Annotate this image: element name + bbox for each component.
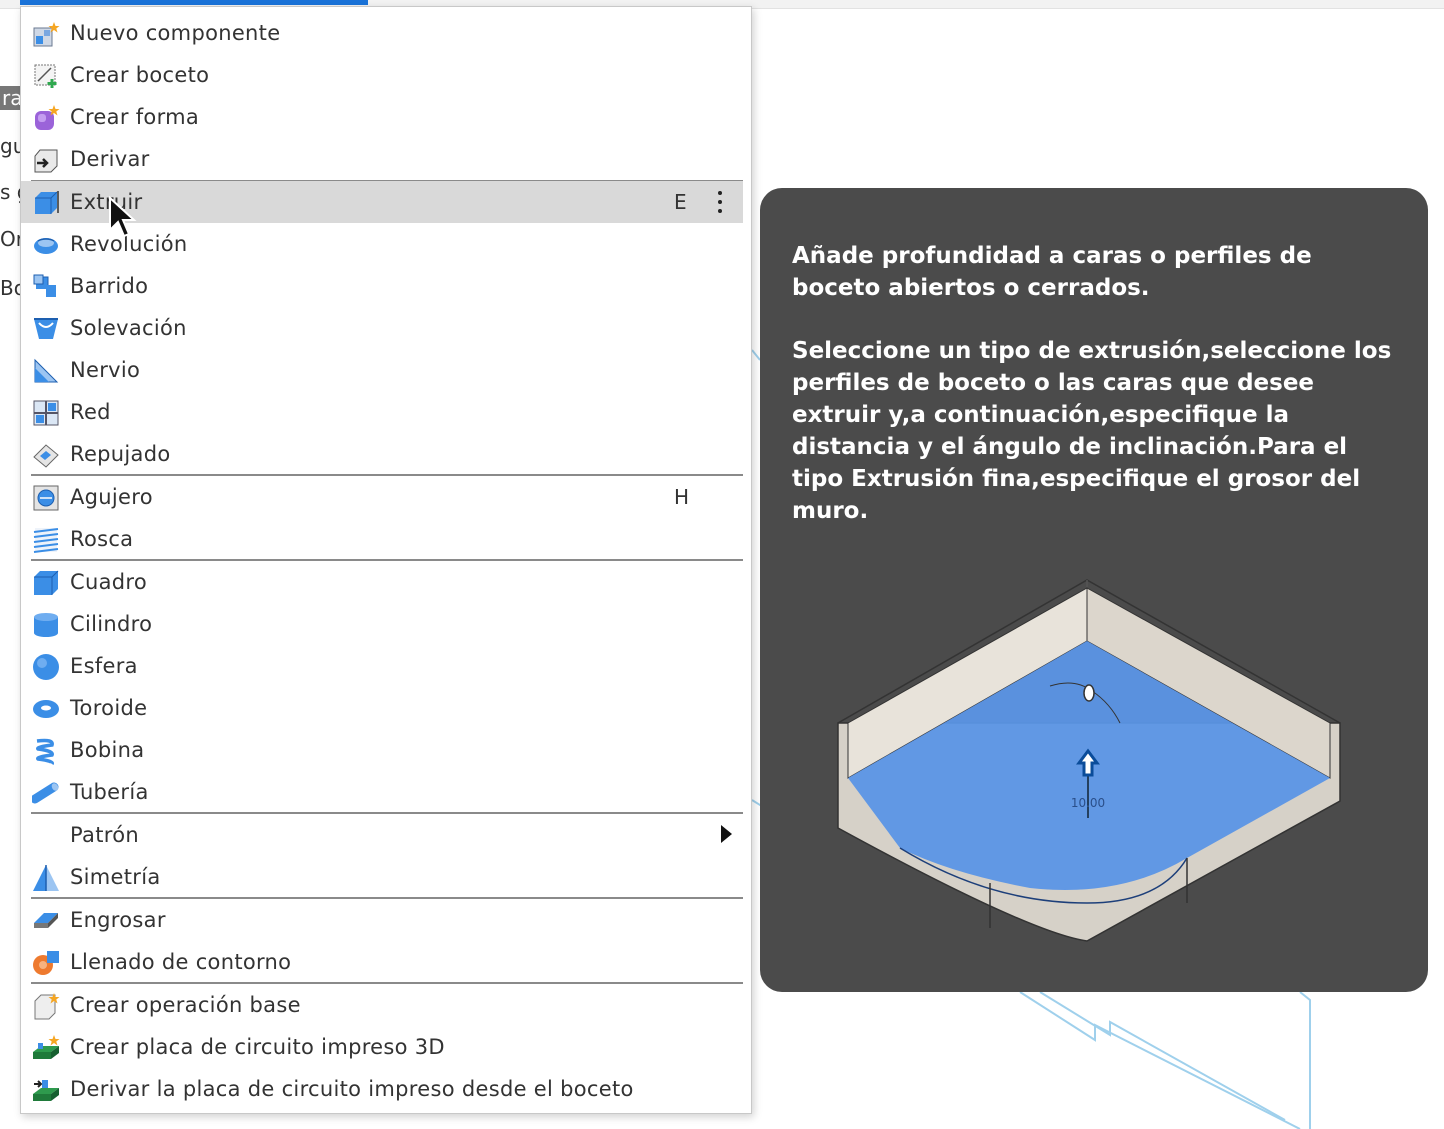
menu-item-red[interactable]: Red (21, 391, 743, 433)
more-options-icon[interactable] (711, 187, 729, 217)
shortcut-key: H (674, 485, 690, 509)
menu-item-label: Nuevo componente (70, 21, 281, 45)
menu-item-label: Rosca (70, 527, 134, 551)
menu-item-label: Cuadro (70, 570, 147, 594)
create-sketch-icon (32, 62, 60, 90)
menu-item-label: Nervio (70, 358, 141, 382)
torus-icon (32, 695, 60, 723)
derive-pcb-icon (32, 1076, 60, 1104)
menu-item-label: Barrido (70, 274, 149, 298)
menu-item-label: Crear placa de circuito impreso 3D (70, 1035, 445, 1059)
web-icon (32, 399, 60, 427)
menu-item-solevacion[interactable]: Solevación (21, 307, 743, 349)
boundary-fill-icon (32, 949, 60, 977)
hole-icon (32, 484, 60, 512)
menu-item-label: Crear boceto (70, 63, 210, 87)
menu-item-crear-placa-3d[interactable]: Crear placa de circuito impreso 3D (21, 1026, 743, 1068)
tooltip-instructions: Seleccione un tipo de extrusión,seleccio… (792, 338, 1392, 524)
menu-item-label: Cilindro (70, 612, 153, 636)
rib-icon (32, 357, 60, 385)
menu-item-crear-operacion-base[interactable]: Crear operación base (21, 984, 743, 1026)
menu-item-label: Llenado de contorno (70, 950, 292, 974)
coil-icon (32, 737, 60, 765)
tooltip-text: Añade profundidad a caras o perfiles de … (792, 240, 1402, 558)
loft-icon (32, 315, 60, 343)
base-feature-icon (32, 992, 60, 1020)
menu-item-label: Simetría (70, 865, 161, 889)
extrude-illustration: 10.00 (837, 579, 1341, 942)
derive-icon (32, 146, 60, 174)
menu-item-llenado-de-contorno[interactable]: Llenado de contorno (21, 941, 743, 983)
menu-item-label: Esfera (70, 654, 138, 678)
pcb-3d-icon (32, 1034, 60, 1062)
dimension-label: 10.00 (1071, 796, 1105, 810)
menu-item-nuevo-componente[interactable]: Nuevo componente (21, 12, 743, 54)
mirror-icon (32, 864, 60, 892)
menu-item-label: Derivar (70, 147, 150, 171)
thicken-icon (32, 907, 60, 935)
menu-item-label: Repujado (70, 442, 171, 466)
menu-item-label: Tubería (70, 780, 149, 804)
menu-item-bobina[interactable]: Bobina (21, 729, 743, 771)
sphere-icon (32, 653, 60, 681)
new-component-icon (32, 20, 60, 48)
menu-item-crear-boceto[interactable]: Crear boceto (21, 54, 743, 96)
mouse-cursor-icon (109, 196, 137, 238)
menu-item-toroide[interactable]: Toroide (21, 687, 743, 729)
menu-item-tuberia[interactable]: Tubería (21, 771, 743, 813)
cylinder-icon (32, 611, 60, 639)
box-icon (32, 569, 60, 597)
menu-item-rosca[interactable]: Rosca (21, 518, 743, 560)
menu-item-label: Engrosar (70, 908, 166, 932)
menu-item-label: Crear operación base (70, 993, 301, 1017)
menu-item-cuadro[interactable]: Cuadro (21, 561, 743, 603)
menu-item-nervio[interactable]: Nervio (21, 349, 743, 391)
menu-item-label: Patrón (70, 823, 139, 847)
menu-item-label: Red (70, 400, 111, 424)
menu-item-label: Agujero (70, 485, 153, 509)
emboss-icon (32, 441, 60, 469)
menu-item-label: Solevación (70, 316, 187, 340)
menu-item-cilindro[interactable]: Cilindro (21, 603, 743, 645)
submenu-arrow-icon (721, 825, 732, 843)
extrude-icon (32, 189, 60, 217)
menu-item-derivar-placa[interactable]: Derivar la placa de circuito impreso des… (21, 1068, 743, 1110)
menu-item-label: Derivar la placa de circuito impreso des… (70, 1077, 634, 1101)
menu-item-label: Crear forma (70, 105, 200, 129)
menu-item-crear-forma[interactable]: Crear forma (21, 96, 743, 138)
extrude-tooltip: Añade profundidad a caras o perfiles de … (760, 188, 1428, 992)
menu-item-agujero[interactable]: Agujero H (21, 476, 743, 518)
menu-item-repujado[interactable]: Repujado (21, 433, 743, 475)
menu-item-esfera[interactable]: Esfera (21, 645, 743, 687)
menu-item-label: Toroide (70, 696, 148, 720)
shortcut-key: E (674, 190, 687, 214)
menu-item-simetria[interactable]: Simetría (21, 856, 743, 898)
menu-item-derivar[interactable]: Derivar (21, 138, 743, 180)
create-form-icon (32, 104, 60, 132)
create-context-menu: Nuevo componente Crear boceto Crear form… (20, 6, 752, 1114)
menu-item-label: Bobina (70, 738, 145, 762)
pipe-icon (32, 779, 60, 807)
tooltip-description: Añade profundidad a caras o perfiles de … (792, 243, 1312, 301)
menu-item-barrido[interactable]: Barrido (21, 265, 743, 307)
sweep-icon (32, 273, 60, 301)
menu-item-patron[interactable]: Patrón (21, 814, 743, 856)
menu-item-engrosar[interactable]: Engrosar (21, 899, 743, 941)
thread-icon (32, 526, 60, 554)
revolve-icon (32, 231, 60, 259)
